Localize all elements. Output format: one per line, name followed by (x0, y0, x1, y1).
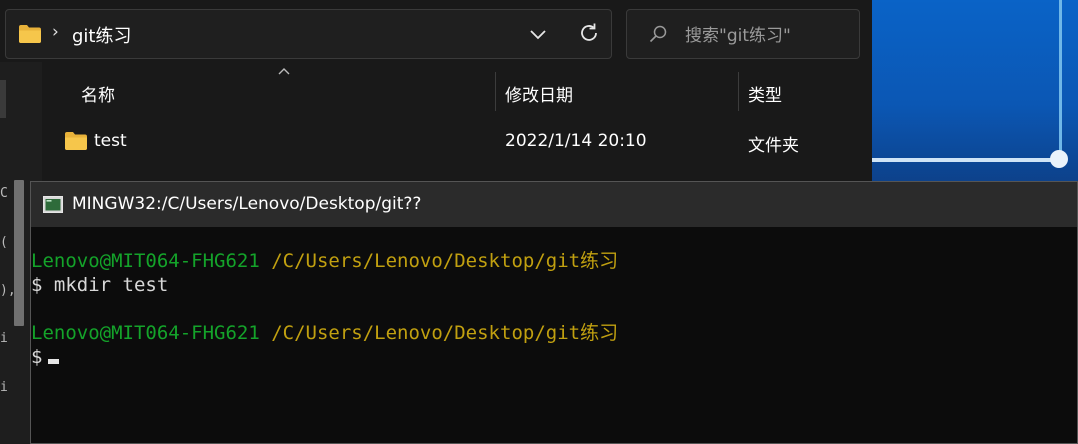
search-input[interactable] (683, 22, 857, 50)
breadcrumb-separator[interactable]: › (52, 22, 59, 42)
prompt-line: Lenovo@MIT064-FHG621 /C/Users/Lenovo/Des… (31, 321, 1077, 345)
folder-icon (65, 132, 87, 150)
clipped-text: ), (0, 283, 16, 298)
prompt-user-host: Lenovo@MIT064-FHG621 (31, 322, 260, 344)
text-cursor (48, 359, 60, 364)
search-icon (649, 25, 667, 43)
clipped-text: i (0, 380, 8, 395)
file-type: 文件夹 (748, 136, 799, 156)
clipped-text: C (0, 186, 8, 201)
chevron-down-icon[interactable] (528, 24, 548, 44)
mingw-terminal-window[interactable]: MINGW32:/C/Users/Lenovo/Desktop/git?? Le… (30, 181, 1078, 444)
prompt-symbol: $ (31, 274, 43, 296)
search-box[interactable] (626, 9, 860, 59)
command-line: $ mkdir test (31, 273, 1077, 297)
prompt-path: /C/Users/Lenovo/Desktop/git练习 (259, 322, 619, 344)
address-bar[interactable]: › git练习 (5, 9, 612, 59)
command-text: mkdir test (42, 274, 169, 296)
vertical-scrollbar[interactable] (14, 180, 24, 326)
wallpaper-light-beam (872, 158, 1060, 162)
wallpaper-light-beam (1059, 0, 1062, 160)
folder-icon (19, 25, 41, 43)
file-name[interactable]: test (94, 131, 127, 151)
column-header-name[interactable]: 名称 (81, 81, 115, 106)
prompt-path: /C/Users/Lenovo/Desktop/git练习 (259, 250, 619, 272)
terminal-icon (43, 196, 63, 213)
clipped-text: ( (0, 235, 8, 250)
desktop-wallpaper (872, 0, 1078, 190)
prompt-user-host: Lenovo@MIT064-FHG621 (31, 250, 260, 272)
column-header-date[interactable]: 修改日期 (505, 81, 573, 106)
column-divider[interactable] (495, 72, 496, 111)
file-row[interactable]: test 2022/1/14 20:10 文件夹 (42, 122, 872, 162)
command-line[interactable]: $ (31, 345, 1077, 369)
terminal-output[interactable]: Lenovo@MIT064-FHG621 /C/Users/Lenovo/Des… (31, 249, 1077, 439)
clipped-text: i (0, 331, 8, 346)
terminal-titlebar[interactable]: MINGW32:/C/Users/Lenovo/Desktop/git?? (31, 182, 1077, 227)
sort-up-icon (278, 68, 290, 75)
column-header-type[interactable]: 类型 (748, 81, 782, 106)
prompt-symbol: $ (31, 346, 43, 368)
column-divider[interactable] (738, 72, 739, 111)
prompt-line: Lenovo@MIT064-FHG621 /C/Users/Lenovo/Des… (31, 249, 1077, 273)
nav-pane-scrollbar[interactable] (0, 80, 6, 118)
breadcrumb-folder[interactable]: git练习 (72, 22, 131, 48)
file-date-modified: 2022/1/14 20:10 (505, 131, 647, 151)
wallpaper-highlight (1050, 150, 1068, 168)
terminal-title: MINGW32:/C/Users/Lenovo/Desktop/git?? (72, 194, 422, 214)
refresh-icon[interactable] (577, 21, 601, 45)
